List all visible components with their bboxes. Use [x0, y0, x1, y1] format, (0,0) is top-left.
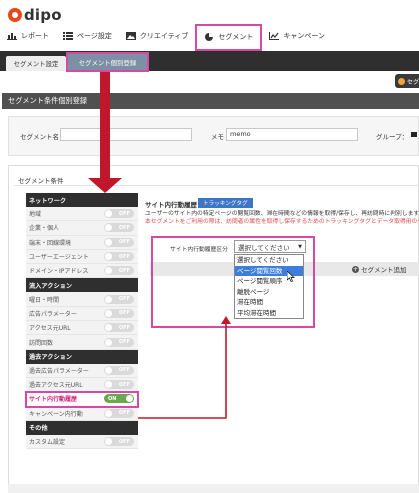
main-nav: レポート ページ設定 クリエイティブ セグメント キャンペーン: [0, 23, 419, 51]
toggle-switch[interactable]: ON: [104, 394, 134, 404]
menu-item-day-time[interactable]: 曜日・時間 OFF: [26, 292, 138, 307]
add-segment-button[interactable]: + セグメント追加: [352, 264, 407, 274]
toggle-switch[interactable]: OFF: [104, 408, 134, 418]
nav-label: ページ設定: [77, 32, 112, 40]
memo-input[interactable]: memo: [226, 128, 358, 141]
menu-item-label: キャンペーン内行動: [29, 410, 83, 418]
menu-item-domain-ip[interactable]: ドメイン・IPアドレス OFF: [26, 264, 138, 279]
toggle-switch[interactable]: OFF: [104, 237, 134, 247]
menu-item-label: ドメイン・IPアドレス: [29, 268, 89, 276]
nav-label: セグメント: [218, 33, 254, 41]
panel-title: セグメント条件個別登録: [2, 93, 419, 109]
toggle-switch[interactable]: OFF: [104, 337, 134, 347]
menu-item-referrer-url[interactable]: アクセス元URL OFF: [26, 321, 138, 336]
menu-item-company[interactable]: 企業・個人 OFF: [26, 221, 138, 236]
toggle-switch[interactable]: OFF: [104, 252, 134, 262]
menu-item-label: カスタム設定: [29, 439, 66, 446]
logo-text: dipo: [24, 6, 62, 24]
nav-item-report[interactable]: レポート: [0, 24, 56, 48]
toggle-switch[interactable]: OFF: [104, 437, 134, 446]
menu-item-device[interactable]: 端末・回線環境 OFF: [26, 235, 138, 250]
menu-item-label: 訪問回数: [29, 339, 54, 347]
divider: [14, 185, 419, 186]
memo-label: メモ: [211, 133, 224, 141]
conditions-title: セグメント条件: [18, 177, 64, 185]
menu-item-label: 過去アクセス元URL: [29, 382, 83, 390]
toggle-switch[interactable]: OFF: [104, 365, 134, 375]
toggle-switch[interactable]: OFF: [104, 209, 134, 219]
menu-group-past: 過去アクション: [26, 349, 138, 364]
menu-item-label: アクセス元URL: [29, 325, 71, 333]
toggle-switch[interactable]: OFF: [104, 294, 134, 304]
toggle-switch[interactable]: OFF: [104, 223, 134, 233]
group-label: グループ：: [376, 133, 409, 141]
plus-circle-icon: +: [352, 265, 359, 273]
menu-item-label: 端末・回線環境: [29, 239, 72, 247]
image-icon: [125, 32, 136, 40]
list-icon: [63, 32, 73, 40]
menu-item-site-behavior[interactable]: サイト内行動履歴 ON: [25, 391, 139, 408]
menu-item-label: 企業・個人: [29, 225, 60, 233]
mouse-cursor-icon: [286, 270, 295, 284]
tab-segment-individual-register[interactable]: セグメント個別登録: [66, 52, 149, 72]
pie-chart-icon: [204, 33, 214, 41]
panel-footer: [8, 484, 419, 493]
bar-chart-icon: [7, 32, 17, 40]
menu-item-label: 過去広告パラメーター: [29, 367, 89, 375]
nav-item-page-settings[interactable]: ページ設定: [56, 24, 119, 48]
logo-mark-icon: [8, 8, 22, 22]
menu-item-label: 曜日・時間: [29, 296, 60, 304]
nav-item-creative[interactable]: クリエイティブ: [119, 24, 195, 48]
folder-icon[interactable]: [411, 132, 417, 137]
nav-item-segment[interactable]: セグメント: [195, 23, 263, 51]
menu-item-past-referrer[interactable]: 過去アクセス元URL OFF: [26, 377, 138, 393]
nav-label: クリエイティブ: [139, 32, 189, 40]
toggle-switch[interactable]: OFF: [104, 323, 134, 333]
app-logo[interactable]: dipo: [8, 6, 62, 24]
menu-group-inflow: 流入アクション: [26, 278, 138, 293]
menu-group-network: ネットワーク: [26, 193, 138, 207]
nav-label: キャンペーン: [283, 32, 325, 40]
behavior-note: 本セグメントをご利用の際は、訪問者の属性を取得し保存するためのトラッキングタグと…: [145, 219, 419, 225]
menu-group-other: その他: [26, 420, 138, 435]
menu-item-custom[interactable]: カスタム設定 OFF: [26, 434, 138, 450]
menu-item-ad-param[interactable]: 広告パラメーター OFF: [26, 306, 138, 322]
add-segment-label: セグメント追加: [361, 266, 407, 274]
menu-item-past-ad-param[interactable]: 過去広告パラメーター OFF: [26, 363, 138, 378]
segment-name-input[interactable]: [60, 128, 192, 141]
plus-icon: [398, 77, 405, 85]
toggle-switch[interactable]: OFF: [104, 308, 134, 318]
menu-item-region[interactable]: 地域 OFF: [26, 207, 138, 222]
menu-item-label: 広告パラメーター: [29, 310, 77, 318]
menu-item-user-agent[interactable]: ユーザーエージェント OFF: [26, 249, 138, 265]
toggle-switch[interactable]: OFF: [104, 266, 134, 276]
tracking-tag-badge: トラッキングタグ: [198, 198, 253, 208]
segment-name-label: セグメント名: [20, 133, 59, 141]
toggle-switch[interactable]: OFF: [104, 380, 134, 390]
menu-item-label: サイト内行動履歴: [29, 396, 78, 404]
menu-item-label: 地域: [29, 211, 42, 219]
menu-item-campaign-behavior[interactable]: キャンペーン内行動 OFF: [26, 406, 138, 421]
nav-label: レポート: [21, 32, 49, 40]
trend-icon: [269, 32, 280, 40]
menu-item-label: ユーザーエージェント: [29, 254, 89, 262]
tab-segment-settings[interactable]: セグメント設定: [6, 56, 66, 71]
nav-item-campaign[interactable]: キャンペーン: [262, 24, 332, 48]
menu-item-visit-count[interactable]: 訪問回数 OFF: [26, 335, 138, 350]
side-button-label: セグ: [407, 78, 419, 86]
condition-menu: ネットワーク 地域 OFF 企業・個人 OFF 端末・回線環境 OFF ユーザーエージ…: [25, 193, 139, 450]
side-segment-button[interactable]: セグ: [395, 74, 419, 88]
